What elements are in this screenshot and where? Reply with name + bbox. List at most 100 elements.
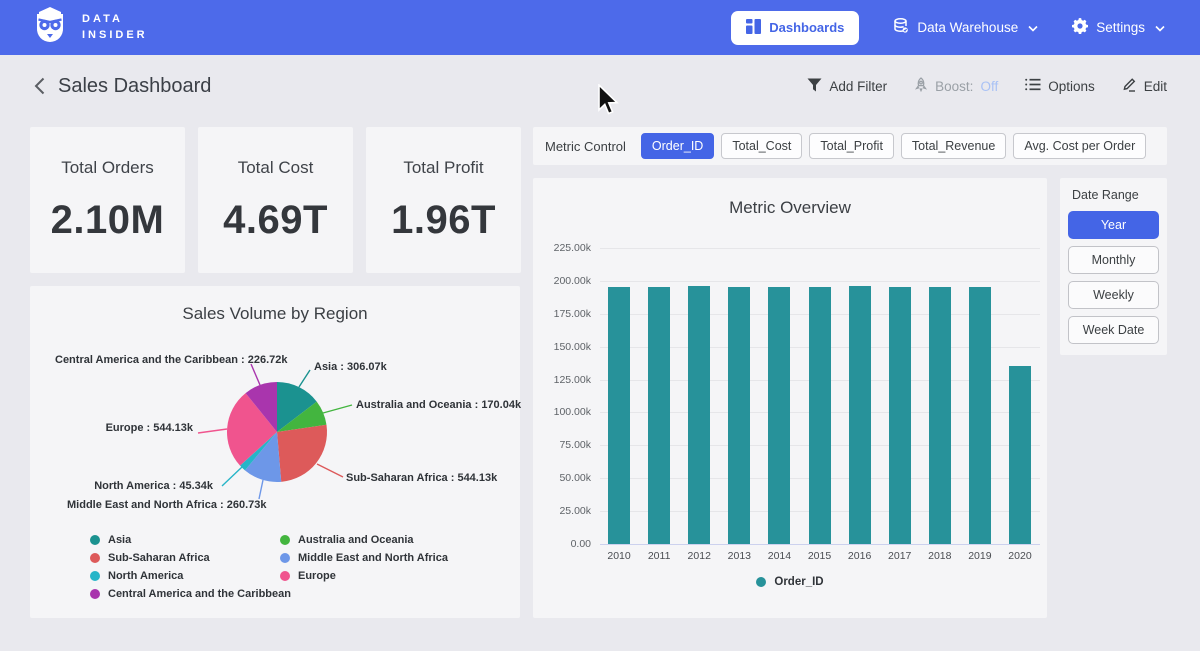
bar-2013[interactable] bbox=[728, 287, 750, 544]
y-axis-tick: 175.00k bbox=[533, 308, 591, 320]
add-filter-label: Add Filter bbox=[829, 79, 887, 94]
bar-2017[interactable] bbox=[889, 287, 911, 544]
metric-chip-total-revenue[interactable]: Total_Revenue bbox=[901, 133, 1006, 159]
pie-leader-line bbox=[299, 370, 310, 387]
pie-callout-central-america-and-the-caribbean: Central America and the Caribbean : 226.… bbox=[55, 354, 230, 366]
y-axis-tick: 75.00k bbox=[533, 439, 591, 451]
nav-menu: Dashboards Data Warehouse bbox=[731, 11, 1165, 45]
kpi-value: 1.96T bbox=[391, 198, 496, 243]
bar-slot bbox=[840, 248, 880, 544]
pie-slice-sub-saharan-africa[interactable] bbox=[277, 425, 327, 482]
filter-funnel-icon bbox=[807, 78, 822, 95]
legend-label: North America bbox=[108, 570, 183, 582]
pie-leader-line bbox=[323, 405, 352, 413]
options-button[interactable]: Options bbox=[1025, 78, 1095, 94]
bar-chart-legend: Order_ID bbox=[533, 576, 1047, 588]
date-range-week-date[interactable]: Week Date bbox=[1068, 316, 1159, 344]
dashboards-button[interactable]: Dashboards bbox=[731, 11, 859, 45]
legend-dot bbox=[90, 535, 100, 545]
x-axis-tick-2014: 2014 bbox=[759, 550, 799, 562]
bar-slot bbox=[1000, 248, 1040, 544]
y-axis-tick: 100.00k bbox=[533, 406, 591, 418]
pie-chart: Asia : 306.07kAustralia and Oceania : 17… bbox=[30, 286, 520, 618]
bar-2010[interactable] bbox=[608, 287, 630, 544]
legend-label: Asia bbox=[108, 534, 131, 546]
date-range-buttons: Year Monthly Weekly Week Date bbox=[1068, 211, 1159, 344]
data-warehouse-menu[interactable]: Data Warehouse bbox=[893, 18, 1038, 37]
kpi-card-total-orders: Total Orders 2.10M bbox=[30, 127, 185, 273]
date-range-monthly[interactable]: Monthly bbox=[1068, 246, 1159, 274]
page-header: Sales Dashboard Add Filter Boost: Off bbox=[0, 55, 1200, 117]
legend-dot bbox=[280, 535, 290, 545]
pie-leader-line bbox=[259, 480, 263, 499]
bar-chart-title: Metric Overview bbox=[533, 178, 1047, 218]
bar-slot bbox=[960, 248, 1000, 544]
date-range-panel: Date Range YearMonthlyWeeklyWeek Date bbox=[1060, 178, 1167, 355]
legend-item-asia: Asia bbox=[90, 534, 291, 546]
bar-slot bbox=[920, 248, 960, 544]
bar-chart-card: Metric Overview 225.00k200.00k175.00k150… bbox=[533, 178, 1047, 618]
bar-2018[interactable] bbox=[929, 287, 951, 544]
pie-callout-australia-and-oceania: Australia and Oceania : 170.04k bbox=[356, 399, 526, 411]
legend-label: Central America and the Caribbean bbox=[108, 588, 291, 600]
edit-label: Edit bbox=[1144, 79, 1167, 94]
legend-label: Australia and Oceania bbox=[298, 534, 414, 546]
top-nav-bar: DATA INSIDER Dashboards bbox=[0, 0, 1200, 55]
y-axis-tick: 0.00 bbox=[533, 538, 591, 550]
pie-leader-line bbox=[198, 429, 227, 433]
bar-2012[interactable] bbox=[688, 286, 710, 545]
pie-legend-column: Australia and Oceania Middle East and Nor… bbox=[280, 534, 448, 582]
bar-2011[interactable] bbox=[648, 287, 670, 544]
settings-label: Settings bbox=[1096, 20, 1145, 35]
metric-chip-total-profit[interactable]: Total_Profit bbox=[809, 133, 894, 159]
kpi-card-total-cost: Total Cost 4.69T bbox=[198, 127, 353, 273]
y-axis-tick: 50.00k bbox=[533, 472, 591, 484]
bar-2019[interactable] bbox=[969, 287, 991, 544]
database-icon bbox=[893, 18, 909, 37]
kpi-value: 2.10M bbox=[51, 198, 165, 243]
logo-text: DATA INSIDER bbox=[82, 12, 148, 44]
legend-item-europe: Europe bbox=[280, 570, 448, 582]
metric-chip-avg-cost-per-order[interactable]: Avg. Cost per Order bbox=[1013, 133, 1146, 159]
y-axis-tick: 25.00k bbox=[533, 505, 591, 517]
pie-callout-north-america: North America : 45.34k bbox=[50, 480, 213, 492]
dashboard-grid-icon bbox=[746, 19, 761, 37]
metric-chip-order-id[interactable]: Order_ID bbox=[641, 133, 714, 159]
x-axis-tick-2011: 2011 bbox=[639, 550, 679, 562]
bar-slot bbox=[679, 248, 719, 544]
add-filter-button[interactable]: Add Filter bbox=[807, 78, 887, 95]
bar-slot bbox=[719, 248, 759, 544]
legend-item-sub-saharan-africa: Sub-Saharan Africa bbox=[90, 552, 291, 564]
app-logo[interactable]: DATA INSIDER bbox=[30, 5, 148, 50]
date-range-weekly[interactable]: Weekly bbox=[1068, 281, 1159, 309]
metric-chips: Order_ID Total_Cost Total_Profit Total_Reve… bbox=[641, 133, 1146, 159]
back-button[interactable] bbox=[28, 75, 50, 97]
settings-menu[interactable]: Settings bbox=[1072, 18, 1165, 37]
date-range-year[interactable]: Year bbox=[1068, 211, 1159, 239]
legend-dot bbox=[756, 577, 766, 587]
pie-chart-card: Sales Volume by Region Asia : 306.07kAus… bbox=[30, 286, 520, 618]
legend-label: Order_ID bbox=[774, 576, 823, 588]
bar-2016[interactable] bbox=[849, 286, 871, 544]
kpi-label: Total Cost bbox=[238, 158, 314, 178]
bar-slot bbox=[759, 248, 799, 544]
legend-item-central-america-and-the-caribbean: Central America and the Caribbean bbox=[90, 588, 291, 600]
bar-2020[interactable] bbox=[1009, 366, 1031, 544]
bar-2015[interactable] bbox=[809, 287, 831, 544]
bar-slot bbox=[599, 248, 639, 544]
legend-label: Middle East and North Africa bbox=[298, 552, 448, 564]
boost-toggle[interactable]: Boost: Off bbox=[914, 77, 998, 95]
edit-button[interactable]: Edit bbox=[1122, 77, 1167, 95]
legend-dot bbox=[90, 589, 100, 599]
pie-callout-sub-saharan-africa: Sub-Saharan Africa : 544.13k bbox=[346, 472, 518, 484]
metric-chip-total-cost[interactable]: Total_Cost bbox=[721, 133, 802, 159]
legend-item-australia-and-oceania: Australia and Oceania bbox=[280, 534, 448, 546]
page-title: Sales Dashboard bbox=[58, 75, 211, 98]
y-axis-tick: 225.00k bbox=[533, 242, 591, 254]
header-actions: Add Filter Boost: Off bbox=[807, 77, 1167, 95]
bar-2014[interactable] bbox=[768, 287, 790, 544]
kpi-label: Total Profit bbox=[403, 158, 483, 178]
pie-callout-asia: Asia : 306.07k bbox=[314, 361, 474, 373]
data-warehouse-label: Data Warehouse bbox=[917, 20, 1018, 35]
pie-legend-column: Asia Sub-Saharan Africa North America Centr… bbox=[90, 534, 291, 600]
